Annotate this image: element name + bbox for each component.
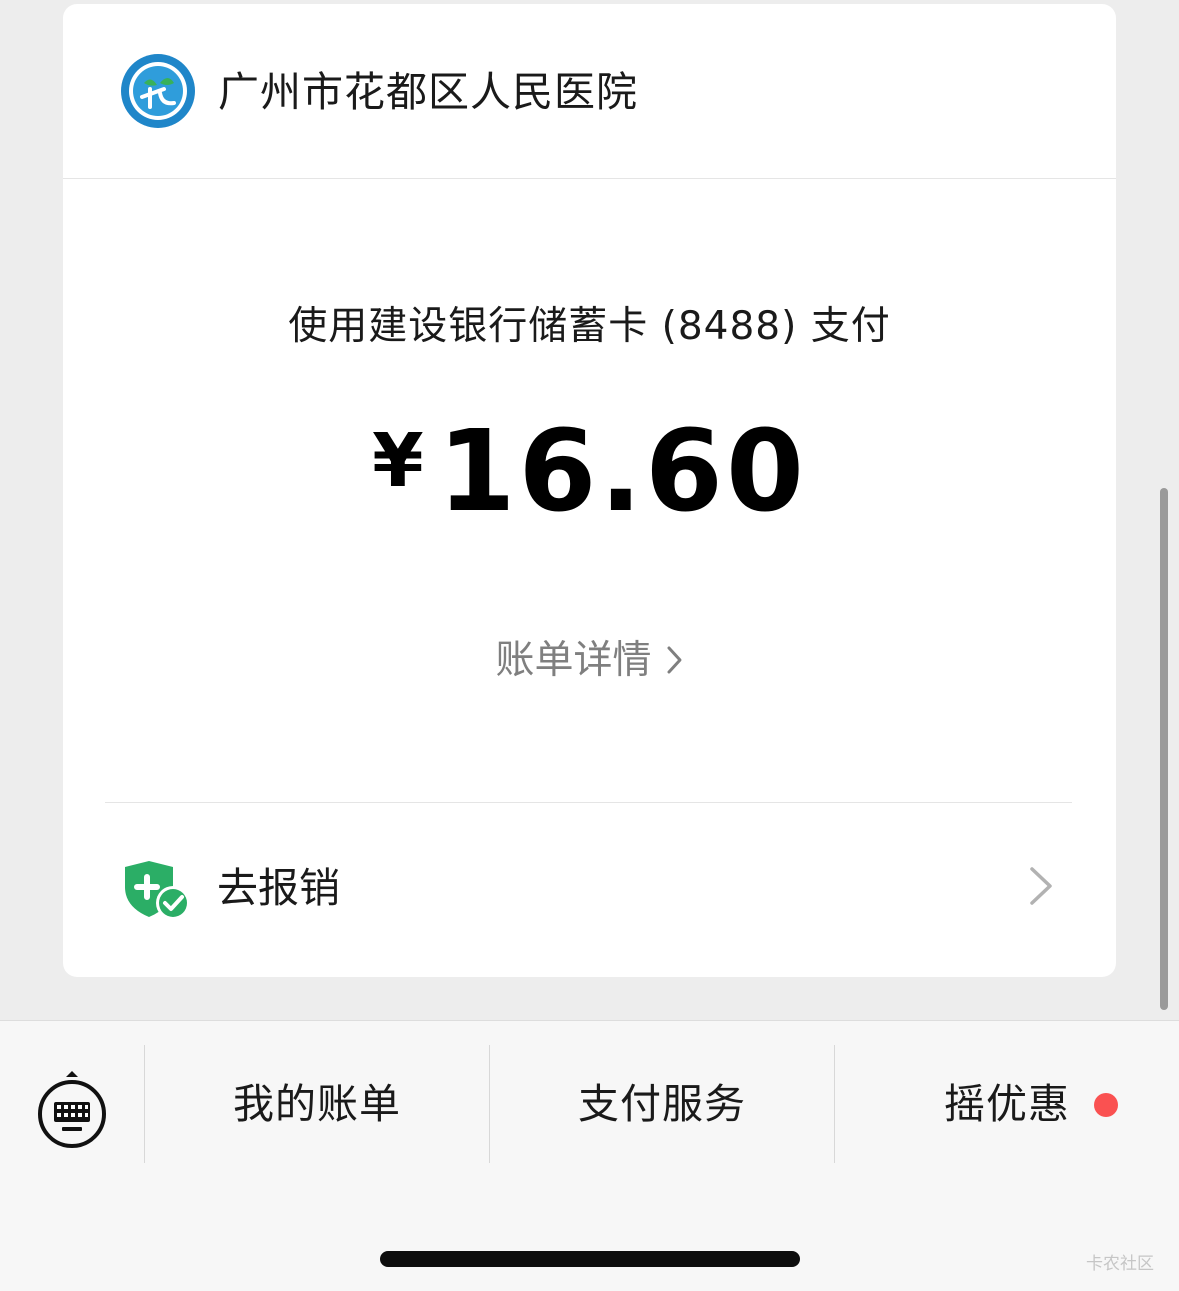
- keyboard-icon[interactable]: [36, 1069, 108, 1151]
- chevron-right-icon: [667, 646, 681, 673]
- reimburse-label: 去报销: [217, 864, 340, 912]
- payment-card: 广州市花都区人民医院 使用建设银行储蓄卡 (8488) 支付 ¥16.60 账单…: [63, 4, 1116, 977]
- merchant-header[interactable]: 广州市花都区人民医院: [63, 4, 1116, 179]
- menu-item-shake-offers[interactable]: 摇优惠: [835, 1045, 1179, 1163]
- chevron-right-icon: [1030, 867, 1052, 905]
- watermark: 卡农社区: [1086, 1254, 1154, 1274]
- bill-detail-link[interactable]: 账单详情: [63, 634, 1116, 688]
- reimburse-row[interactable]: 去报销: [63, 803, 1116, 977]
- payment-amount: ¥16.60: [63, 402, 1116, 542]
- menu-item-payment-services[interactable]: 支付服务: [490, 1045, 834, 1163]
- notification-dot: [1094, 1093, 1118, 1117]
- home-indicator[interactable]: [380, 1251, 800, 1267]
- hospital-logo-icon: [121, 54, 195, 128]
- menu-item-my-bills[interactable]: 我的账单: [145, 1045, 489, 1163]
- scrollbar[interactable]: [1160, 488, 1168, 1010]
- shield-plus-check-icon: [125, 861, 190, 920]
- bottom-menu-bar: 我的账单 支付服务 摇优惠 卡农社区: [0, 1020, 1179, 1291]
- payment-method-text: 使用建设银行储蓄卡 (8488) 支付: [288, 304, 891, 349]
- merchant-name: 广州市花都区人民医院: [218, 68, 638, 116]
- bill-detail-label: 账单详情: [495, 638, 652, 683]
- amount-value: 16.60: [437, 407, 807, 537]
- currency-symbol: ¥: [372, 418, 424, 504]
